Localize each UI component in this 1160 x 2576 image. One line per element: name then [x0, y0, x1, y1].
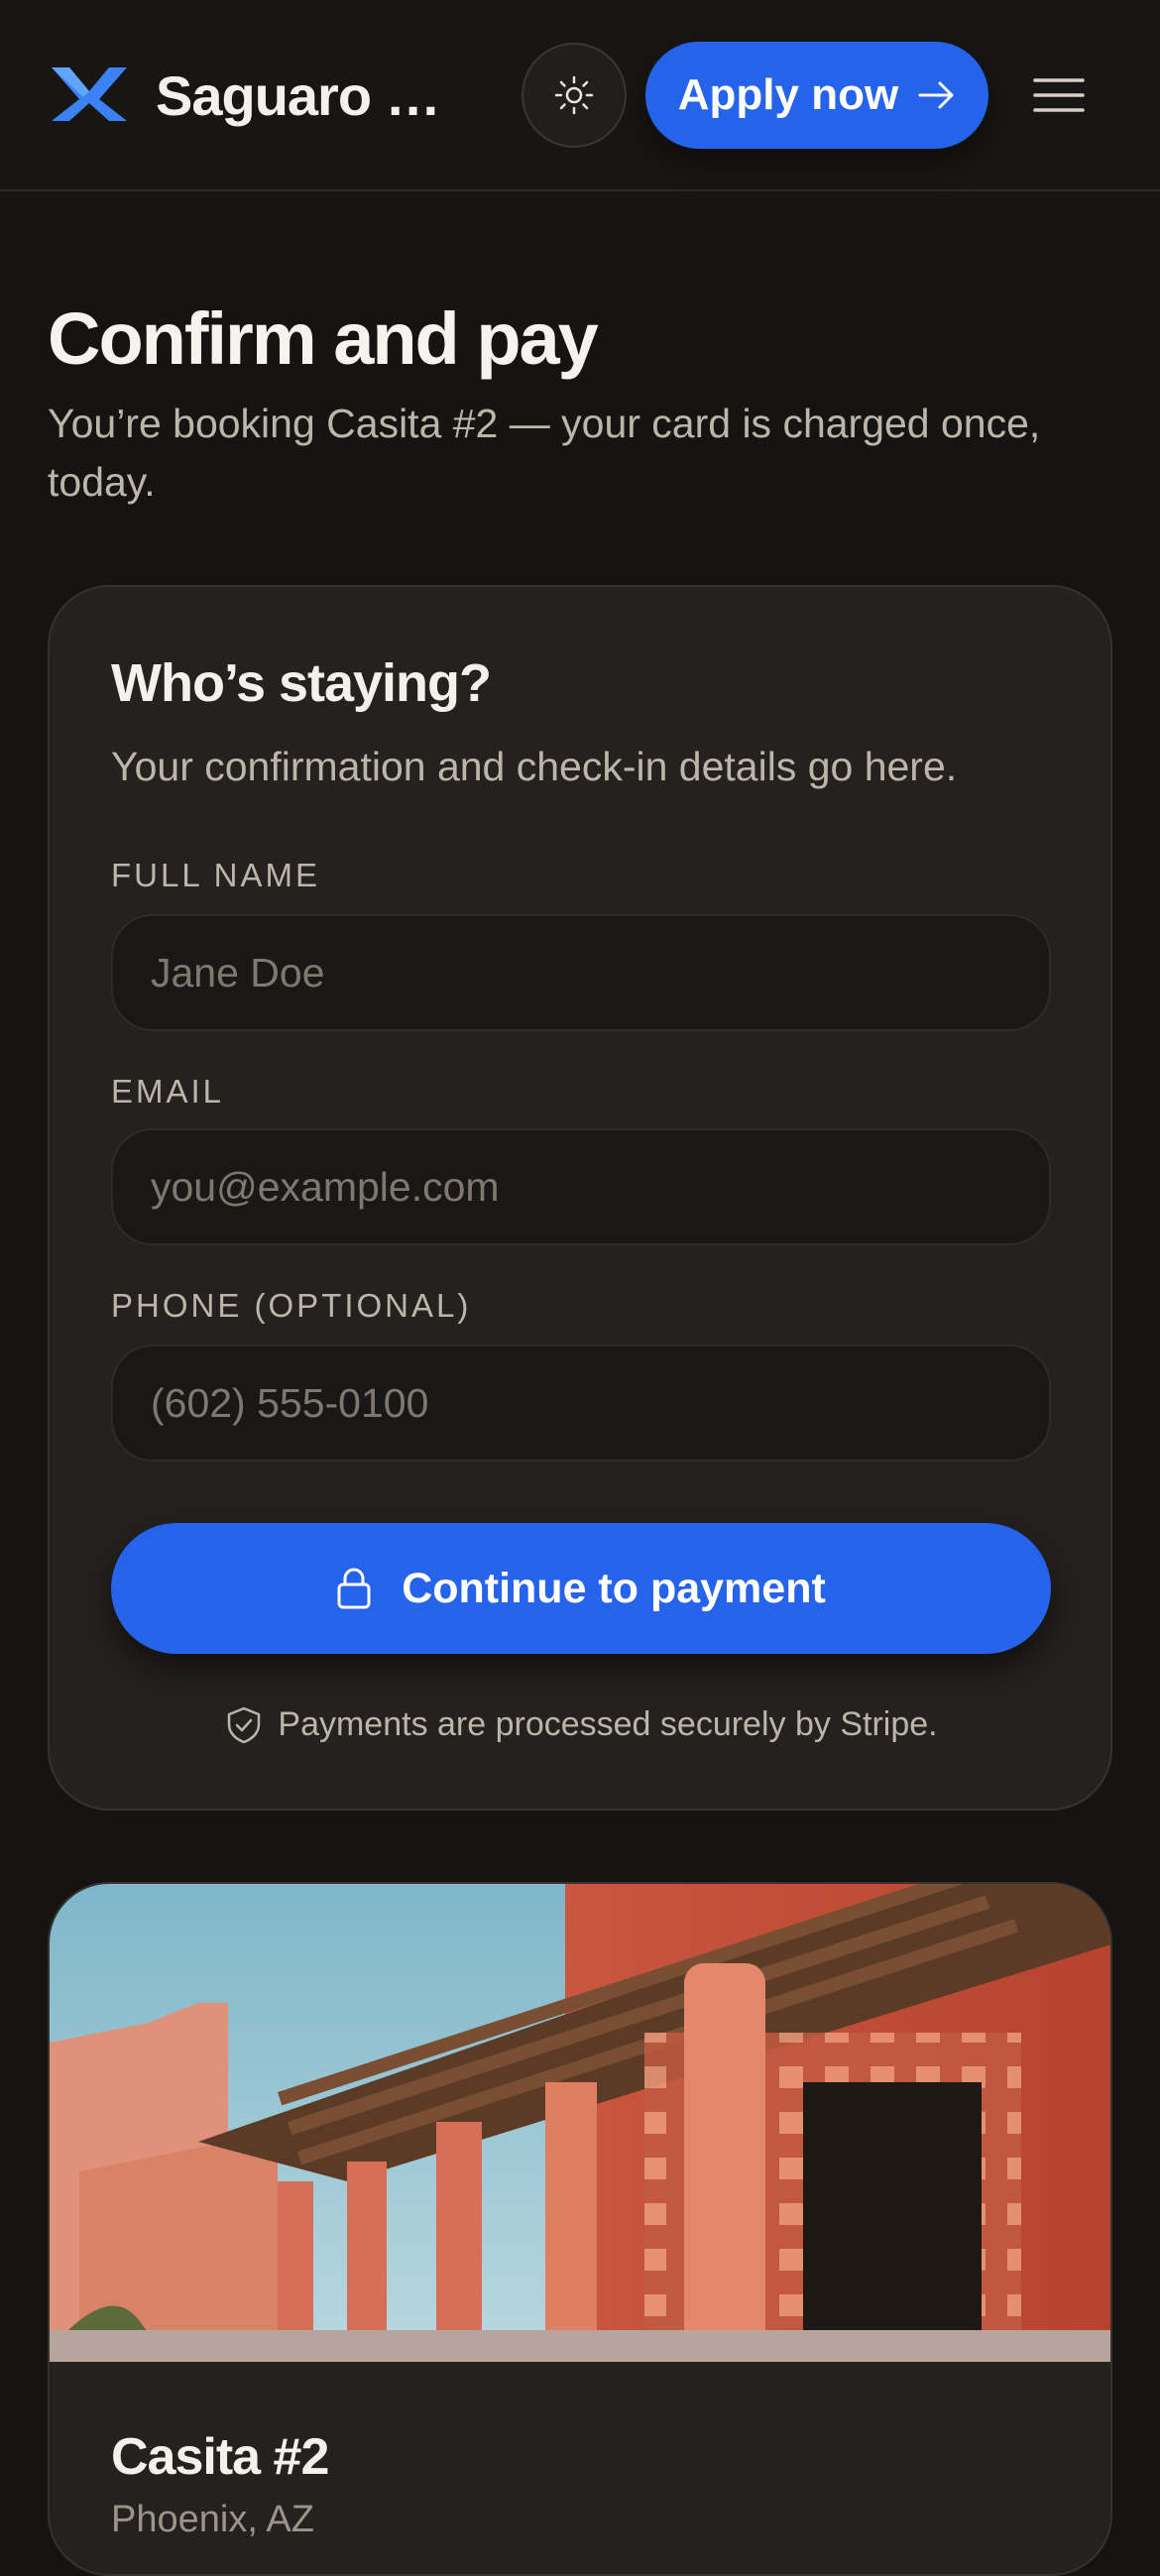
arrow-right-icon: [918, 81, 954, 109]
hamburger-menu-icon[interactable]: [1031, 75, 1087, 115]
full-name-label: FULL NAME: [111, 857, 320, 893]
top-nav: Saguaro Pr… Apply now: [0, 0, 1160, 191]
listing-title: Casita #2: [111, 2428, 329, 2486]
sun-icon: [554, 75, 594, 115]
guest-details-card: Who’s staying? Your confirmation and che…: [48, 585, 1112, 1811]
secure-payment-note: Payments are processed securely by Strip…: [50, 1705, 1114, 1744]
email-label: EMAIL: [111, 1073, 225, 1110]
continue-to-payment-label: Continue to payment: [402, 1564, 826, 1612]
lock-icon: [337, 1568, 371, 1609]
apply-now-button[interactable]: Apply now: [645, 42, 988, 149]
listing-location: Phoenix, AZ: [111, 2499, 314, 2540]
brand-name[interactable]: Saguaro Pr…: [156, 61, 465, 131]
logo-icon[interactable]: [48, 58, 131, 131]
continue-to-payment-button[interactable]: Continue to payment: [111, 1523, 1051, 1654]
guest-details-subtitle: Your confirmation and check-in details g…: [111, 744, 958, 789]
listing-photo: [50, 1884, 1110, 2362]
apply-now-label: Apply now: [677, 70, 899, 119]
page-title: Confirm and pay: [48, 297, 599, 380]
shield-check-icon: [228, 1706, 261, 1743]
email-input[interactable]: [111, 1128, 1051, 1245]
guest-details-title: Who’s staying?: [111, 653, 492, 713]
listing-summary-card: Casita #2 Phoenix, AZ: [48, 1882, 1112, 2576]
page-subtitle: You’re booking Casita #2 — your card is …: [48, 401, 1041, 505]
phone-input[interactable]: [111, 1345, 1051, 1462]
phone-label: PHONE (OPTIONAL): [111, 1287, 472, 1324]
secure-payment-text: Payments are processed securely by Strip…: [278, 1705, 938, 1743]
full-name-input[interactable]: [111, 914, 1051, 1031]
theme-toggle-button[interactable]: [522, 43, 627, 148]
